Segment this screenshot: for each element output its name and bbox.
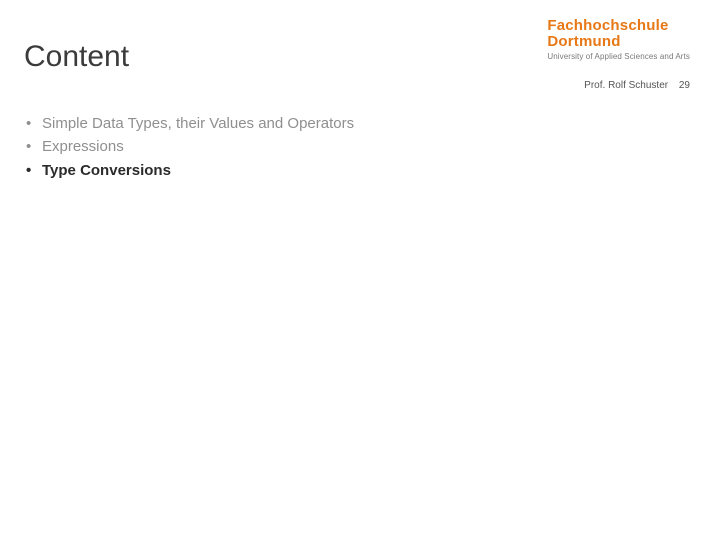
logo-subtitle: University of Applied Sciences and Arts (547, 52, 690, 61)
logo-line-1: Fachhochschule (547, 18, 690, 34)
slide: Fachhochschule Dortmund University of Ap… (0, 0, 720, 540)
list-item: Type Conversions (24, 159, 680, 182)
content-area: Simple Data Types, their Values and Oper… (24, 112, 680, 182)
institution-logo: Fachhochschule Dortmund University of Ap… (547, 18, 690, 61)
bullet-list: Simple Data Types, their Values and Oper… (24, 112, 680, 182)
page-number: 29 (679, 80, 690, 91)
logo-line-2: Dortmund (547, 34, 690, 50)
list-item: Simple Data Types, their Values and Oper… (24, 112, 680, 135)
slide-meta: Prof. Rolf Schuster 29 (584, 80, 690, 91)
author-name: Prof. Rolf Schuster (584, 80, 668, 91)
list-item: Expressions (24, 135, 680, 158)
page-title: Content (24, 40, 129, 74)
